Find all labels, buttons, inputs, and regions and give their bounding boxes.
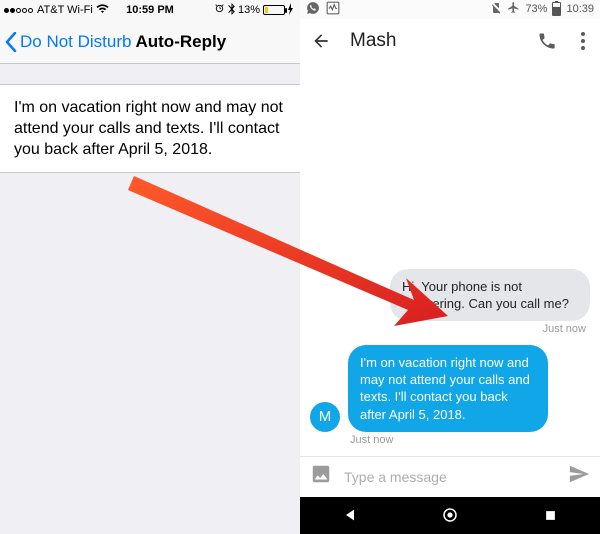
autoreply-text-cell[interactable]: I'm on vacation right now and may not at… (0, 84, 300, 173)
status-time: 10:59 PM (126, 4, 174, 16)
autoreply-text: I'm on vacation right now and may not at… (14, 99, 283, 158)
contact-name[interactable]: Mash (350, 30, 518, 52)
charging-icon (288, 3, 294, 18)
message-composer (300, 456, 600, 497)
carrier-label: AT&T Wi-Fi (37, 4, 93, 16)
status-time: 10:39 (566, 3, 594, 15)
message-bubble: I'm on vacation right now and may not at… (348, 345, 548, 432)
nav-back-button[interactable] (340, 505, 360, 525)
battery-icon (552, 2, 561, 16)
message-timestamp: Just now (350, 434, 586, 446)
no-sim-icon (490, 2, 502, 17)
android-navbar (300, 497, 600, 534)
battery-percent: 73% (525, 3, 547, 15)
activity-icon (326, 1, 340, 18)
bluetooth-icon (228, 3, 235, 18)
avatar: M (310, 402, 340, 432)
battery-icon (263, 5, 285, 15)
back-button[interactable]: Do Not Disturb (5, 32, 131, 52)
nav-home-button[interactable] (440, 505, 460, 525)
nav-recent-button[interactable] (540, 505, 560, 525)
battery-percent: 13% (238, 4, 260, 16)
alarm-icon (214, 3, 225, 17)
android-status-bar: 73% 10:39 (300, 0, 600, 19)
android-screen: 73% 10:39 Mash Hi. Your phone is not ans… (300, 0, 600, 534)
signal-icon (4, 4, 34, 16)
message-outgoing[interactable]: M I'm on vacation right now and may not … (310, 345, 590, 432)
back-label: Do Not Disturb (20, 32, 131, 52)
back-button[interactable] (310, 30, 332, 52)
ios-navbar: Do Not Disturb Auto-Reply (0, 20, 300, 64)
call-button[interactable] (536, 30, 558, 52)
wifi-icon (96, 4, 109, 17)
ios-status-bar: AT&T Wi-Fi 10:59 PM 13% (0, 0, 300, 20)
more-button[interactable] (576, 30, 590, 52)
ios-screen: AT&T Wi-Fi 10:59 PM 13% (0, 0, 300, 534)
chat-area[interactable]: Hi. Your phone is not answering. Can you… (300, 63, 600, 456)
message-timestamp: Just now (314, 323, 586, 335)
message-bubble: Hi. Your phone is not answering. Can you… (390, 269, 590, 321)
airplane-icon (507, 1, 520, 17)
whatsapp-icon (306, 1, 320, 18)
android-appbar: Mash (300, 19, 600, 63)
send-button[interactable] (568, 463, 590, 490)
image-icon[interactable] (310, 463, 332, 490)
message-incoming[interactable]: Hi. Your phone is not answering. Can you… (310, 269, 590, 321)
message-input[interactable] (344, 469, 556, 485)
page-title: Auto-Reply (135, 32, 226, 52)
